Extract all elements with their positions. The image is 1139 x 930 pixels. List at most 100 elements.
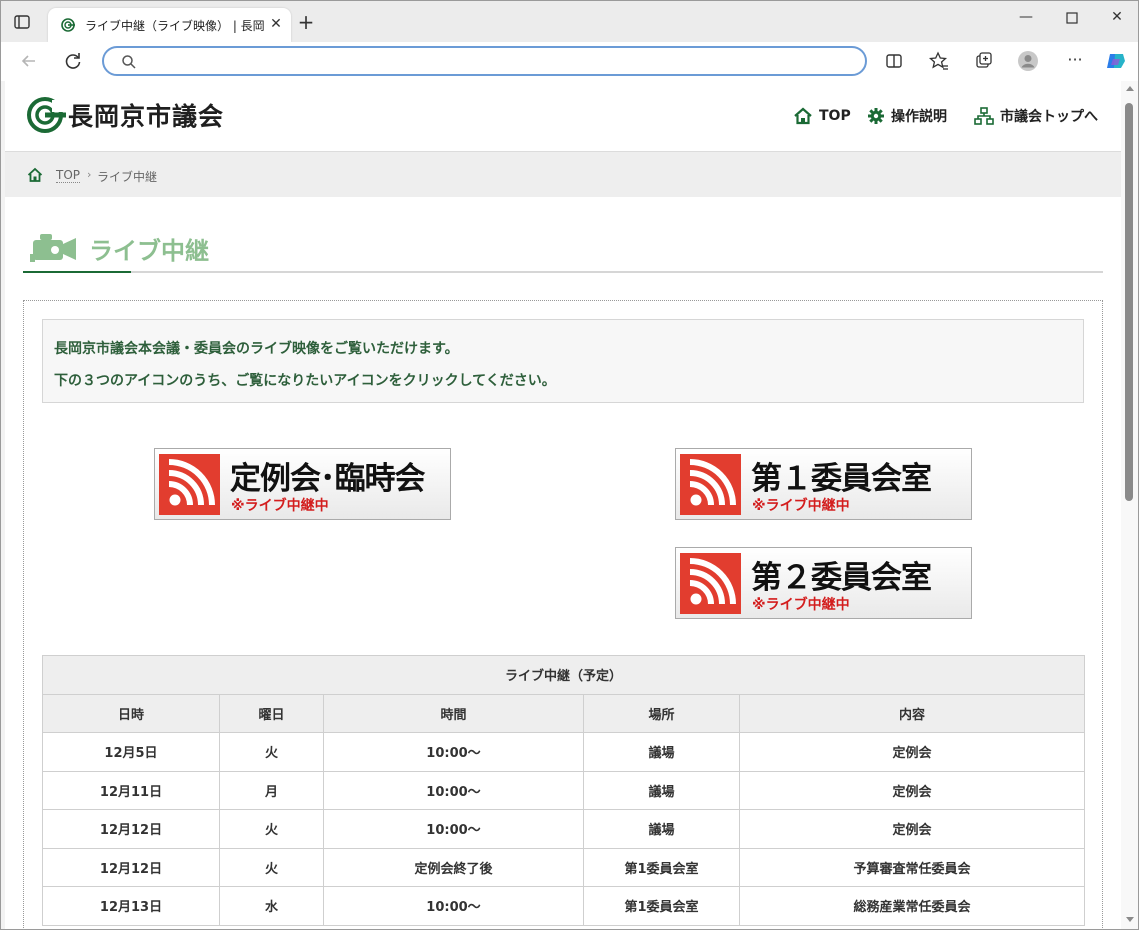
nav-help-link[interactable]: 操作説明 [867, 105, 947, 127]
city-logo-icon[interactable] [26, 96, 66, 134]
table-cell: 火 [219, 809, 324, 849]
video-camera-icon [30, 234, 76, 262]
table-caption: ライブ中継（予定） [41, 655, 1086, 695]
browser-tab[interactable]: ライブ中継（ライブ映像） | 長岡京市 ✕ [48, 8, 291, 42]
table-cell: 10:00〜 [323, 770, 584, 810]
table-cell: 12月12日 [42, 809, 220, 849]
live-content-box: 長岡京市議会本会議・委員会のライブ映像をご覧いただけます。 下の３つのアイコンの… [23, 300, 1103, 929]
more-options-icon[interactable]: ··· [1064, 50, 1086, 72]
breadcrumb-current: ライブ中継 [97, 170, 158, 184]
rss-icon [680, 454, 741, 515]
table-header-row: 日時 曜日 時間 場所 内容 [42, 693, 1086, 733]
table-cell: 火 [219, 732, 324, 772]
table-cell: 10:00〜 [323, 732, 584, 772]
tab-actions-icon[interactable] [13, 13, 31, 31]
table-cell: 定例会 [738, 809, 1086, 849]
close-tab-icon[interactable]: ✕ [268, 16, 284, 32]
nav-council-top-link[interactable]: 市議会トップへ [974, 105, 1098, 127]
column-header: 場所 [583, 693, 740, 733]
table-row: 12月13日 水 10:00〜 第1委員会室 総務産業常任委員会 [42, 886, 1086, 926]
column-header: 時間 [323, 693, 584, 733]
breadcrumb-top-link[interactable]: TOP [56, 168, 81, 183]
page-viewport: 長岡京市議会 TOP 操作説明 市議会トップへ TOP › ライブ中継 ライブ中… [5, 81, 1121, 929]
live-button-label: 定例会･臨時会 [230, 461, 425, 497]
close-window-icon[interactable]: ✕ [1107, 9, 1127, 25]
scroll-up-icon[interactable] [1126, 86, 1134, 91]
scroll-down-icon[interactable] [1126, 917, 1134, 922]
nav-top-link[interactable]: TOP [793, 105, 851, 127]
site-logo-text[interactable]: 長岡京市議会 [68, 97, 224, 133]
copilot-icon[interactable] [1105, 50, 1127, 72]
table-cell: 予算審査常任委員会 [738, 847, 1086, 887]
table-cell: 火 [219, 847, 324, 887]
reload-icon[interactable] [62, 50, 84, 72]
vertical-scrollbar[interactable] [1121, 81, 1138, 929]
nav-top-label: TOP [819, 108, 851, 124]
table-cell: 定例会 [738, 770, 1086, 810]
live-button-label: 第１委員会室 [751, 461, 932, 497]
live-status-label: ※ライブ中継中 [752, 597, 850, 613]
table-row: 12月5日 火 10:00〜 議場 定例会 [42, 732, 1086, 772]
table-cell: 12月13日 [42, 886, 220, 926]
schedule-table: ライブ中継（予定） 日時 曜日 時間 場所 内容 12月5日 火 10:00〜 [41, 655, 1086, 926]
home-icon [794, 107, 812, 125]
table-cell: 第1委員会室 [583, 886, 740, 926]
address-field[interactable] [102, 46, 867, 76]
live-button-label: 第２委員会室 [751, 560, 932, 596]
collections-icon[interactable] [973, 50, 995, 72]
nav-council-top-label: 市議会トップへ [1000, 109, 1098, 125]
notice-box: 長岡京市議会本会議・委員会のライブ映像をご覧いただけます。 下の３つのアイコンの… [42, 319, 1084, 403]
address-bar-row: ··· [1, 42, 1138, 81]
table-row: 12月11日 月 10:00〜 議場 定例会 [42, 770, 1086, 810]
profile-avatar-icon[interactable] [1017, 50, 1039, 72]
page-title: ライブ中継 [89, 237, 209, 265]
live-button-committee-room-1[interactable]: 第１委員会室 ※ライブ中継中 [675, 448, 972, 520]
live-button-plenary[interactable]: 定例会･臨時会 ※ライブ中継中 [154, 448, 451, 520]
table-cell: 10:00〜 [323, 809, 584, 849]
browser-window: ライブ中継（ライブ映像） | 長岡京市 ✕ + — ✕ [0, 0, 1139, 930]
breadcrumb-separator: › [87, 168, 92, 181]
live-status-label: ※ライブ中継中 [752, 498, 850, 514]
notice-line-1: 長岡京市議会本会議・委員会のライブ映像をご覧いただけます。 [54, 341, 459, 357]
table-caption-row: ライブ中継（予定） [41, 655, 1086, 695]
tab-bar: ライブ中継（ライブ映像） | 長岡京市 ✕ + — ✕ [1, 1, 1138, 42]
table-cell: 月 [219, 770, 324, 810]
search-icon [122, 55, 136, 69]
table-row: 12月12日 火 10:00〜 議場 定例会 [42, 809, 1086, 849]
table-cell: 定例会終了後 [323, 847, 584, 887]
split-screen-icon[interactable] [883, 50, 905, 72]
notice-line-2: 下の３つのアイコンのうち、ご覧になりたいアイコンをクリックしてください。 [54, 373, 556, 389]
table-cell: 定例会 [738, 732, 1086, 772]
live-button-committee-room-2[interactable]: 第２委員会室 ※ライブ中継中 [675, 547, 972, 619]
scrollbar-thumb[interactable] [1125, 103, 1133, 501]
site-header: 長岡京市議会 TOP 操作説明 市議会トップへ [5, 81, 1121, 151]
rss-icon [159, 454, 220, 515]
minimize-icon[interactable]: — [1016, 9, 1036, 25]
table-cell: 総務産業常任委員会 [738, 886, 1086, 926]
table-cell: 水 [219, 886, 324, 926]
page-title-block: ライブ中継 [23, 226, 1103, 273]
table-row: 12月12日 火 定例会終了後 第1委員会室 予算審査常任委員会 [42, 847, 1086, 887]
back-icon[interactable] [18, 50, 40, 72]
column-header: 日時 [42, 693, 220, 733]
nav-help-label: 操作説明 [891, 109, 947, 125]
site-favicon-icon [61, 18, 75, 32]
maximize-icon[interactable] [1062, 11, 1082, 27]
favorites-icon[interactable] [928, 50, 950, 72]
table-cell: 議場 [583, 770, 740, 810]
live-status-label: ※ライブ中継中 [231, 498, 329, 514]
rss-icon [680, 553, 741, 614]
breadcrumb-home-icon[interactable] [27, 167, 43, 183]
table-cell: 議場 [583, 732, 740, 772]
table-cell: 12月11日 [42, 770, 220, 810]
tab-title: ライブ中継（ライブ映像） | 長岡京市 [85, 19, 265, 33]
column-header: 内容 [738, 693, 1086, 733]
breadcrumb: TOP › ライブ中継 [5, 151, 1121, 197]
title-underline-accent [23, 271, 131, 273]
table-cell: 議場 [583, 809, 740, 849]
new-tab-icon[interactable]: + [296, 12, 316, 33]
table-cell: 12月5日 [42, 732, 220, 772]
table-cell: 12月12日 [42, 847, 220, 887]
column-header: 曜日 [219, 693, 324, 733]
gear-icon [868, 108, 884, 124]
